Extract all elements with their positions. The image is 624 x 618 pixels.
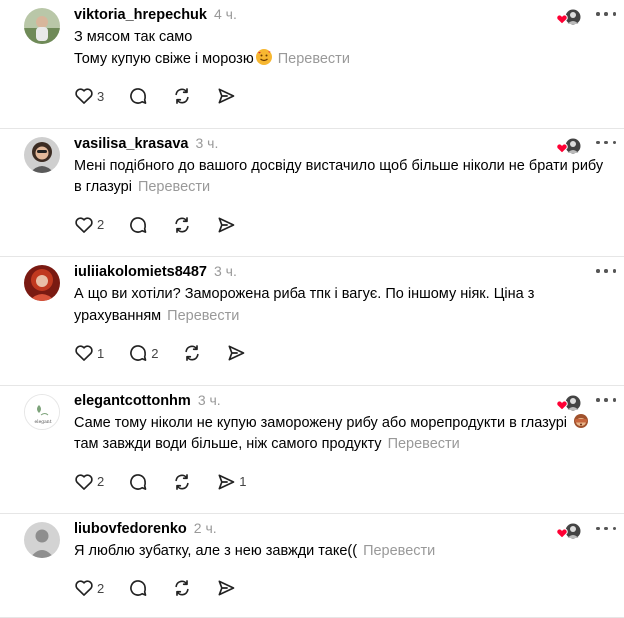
like-button[interactable]: 3 xyxy=(74,84,104,108)
username[interactable]: iuliiakolomiets8487 xyxy=(74,264,207,280)
comment-text: Я люблю зубатку, але з нею завжди таке((… xyxy=(74,543,436,560)
like-button[interactable]: 2 xyxy=(74,213,104,237)
share-icon xyxy=(228,345,245,361)
avatar[interactable] xyxy=(24,136,60,173)
repost-button[interactable] xyxy=(172,213,192,237)
repost-icon xyxy=(175,216,189,233)
heart-icon xyxy=(75,345,93,362)
timestamp: 2 ч. xyxy=(193,520,217,537)
username[interactable]: vasilisa_krasava xyxy=(74,136,189,152)
more-icon[interactable] xyxy=(596,264,616,278)
username[interactable]: viktoria_hrepechuk xyxy=(74,7,207,23)
comment-text: Саме тому ніколи не купую заморожену риб… xyxy=(74,413,614,456)
like-count: 2 xyxy=(97,580,105,596)
like-button[interactable]: 2 xyxy=(74,576,104,600)
like-count: 2 xyxy=(97,474,105,490)
share-button[interactable] xyxy=(216,213,236,237)
heart-icon xyxy=(75,580,93,597)
reply-icon xyxy=(130,473,147,490)
share-icon xyxy=(218,217,235,233)
comment: viktoria_hrepechuk 4 ч. З мясом так само… xyxy=(0,0,624,129)
reply-icon xyxy=(130,345,147,362)
username[interactable]: elegantcottonhm xyxy=(74,393,191,409)
liked-by-author-badge xyxy=(556,9,582,27)
comment: iuliiakolomiets8487 3 ч. А що ви хотіли?… xyxy=(0,257,624,386)
translate-link[interactable]: Перевести xyxy=(167,308,239,324)
share-icon xyxy=(218,580,235,596)
comments-feed: viktoria_hrepechuk 4 ч. З мясом так само… xyxy=(0,0,624,618)
share-icon xyxy=(218,474,235,490)
comment-text: А що ви хотіли? Заморожена риба тпк і ва… xyxy=(74,286,535,324)
more-icon[interactable] xyxy=(596,136,616,150)
reply-button[interactable] xyxy=(128,84,148,108)
share-button[interactable]: 1 xyxy=(216,470,246,494)
svg-text:elegant: elegant xyxy=(34,419,51,425)
more-icon[interactable] xyxy=(596,393,616,407)
like-count: 1 xyxy=(97,345,105,361)
username[interactable]: liubovfedorenko xyxy=(74,521,187,537)
reply-icon xyxy=(130,580,147,597)
liked-by-author-badge xyxy=(556,523,582,541)
share-icon xyxy=(218,88,235,104)
avatar[interactable]: elegant xyxy=(24,393,60,430)
timestamp: 3 ч. xyxy=(197,391,221,408)
avatar[interactable] xyxy=(24,265,60,302)
translate-link[interactable]: Перевести xyxy=(388,436,460,452)
reply-icon xyxy=(130,216,147,233)
timestamp: 4 ч. xyxy=(213,6,237,22)
like-count: 3 xyxy=(97,88,105,104)
heart-icon xyxy=(75,216,93,233)
comment: liubovfedorenko 2 ч. Я люблю зубатку, ал… xyxy=(0,514,624,618)
reply-icon xyxy=(130,88,147,104)
reply-button[interactable] xyxy=(128,470,148,494)
liked-by-author-badge xyxy=(556,138,582,156)
like-button[interactable]: 1 xyxy=(74,341,104,365)
repost-button[interactable] xyxy=(172,576,192,600)
comment-text: З мясом так само Тому купую свіже і моро… xyxy=(74,29,350,67)
repost-icon xyxy=(185,345,200,362)
heart-icon xyxy=(556,14,568,25)
share-button[interactable] xyxy=(216,576,236,600)
like-count: 2 xyxy=(97,217,105,233)
heart-icon xyxy=(556,400,568,411)
repost-button[interactable] xyxy=(172,470,192,494)
reply-button[interactable] xyxy=(128,576,148,600)
avatar[interactable] xyxy=(24,522,60,559)
see-no-evil-monkey-icon xyxy=(573,413,589,429)
share-button[interactable] xyxy=(226,341,246,365)
heart-icon xyxy=(75,88,93,104)
repost-icon xyxy=(175,88,189,104)
avatar[interactable] xyxy=(24,8,60,44)
more-icon[interactable] xyxy=(596,7,616,21)
heart-icon xyxy=(556,528,568,540)
share-button[interactable] xyxy=(216,84,236,108)
comment: elegant elegantcottonhm 3 ч. Саме тому н… xyxy=(0,386,624,515)
like-button[interactable]: 2 xyxy=(74,470,104,494)
reply-button[interactable] xyxy=(128,213,148,237)
more-icon[interactable] xyxy=(596,521,616,535)
smiling-face-with-hearts-icon xyxy=(255,48,272,65)
comment-text: Мені подібного до вашого досвіду вистачи… xyxy=(74,157,604,196)
heart-icon xyxy=(556,143,568,154)
reply-count: 2 xyxy=(151,345,159,361)
translate-link[interactable]: Перевести xyxy=(278,51,350,67)
repost-icon xyxy=(175,580,189,597)
timestamp: 3 ч. xyxy=(195,134,219,151)
comment: vasilisa_krasava 3 ч. Мені подібного до … xyxy=(0,129,624,258)
reply-button[interactable]: 2 xyxy=(128,341,158,365)
timestamp: 3 ч. xyxy=(213,263,237,280)
repost-icon xyxy=(175,473,189,490)
heart-icon xyxy=(75,474,93,490)
repost-button[interactable] xyxy=(182,341,202,365)
translate-link[interactable]: Перевести xyxy=(363,543,435,559)
translate-link[interactable]: Перевести xyxy=(138,179,210,195)
repost-button[interactable] xyxy=(172,84,192,108)
liked-by-author-badge xyxy=(556,395,582,413)
share-count: 1 xyxy=(239,474,247,490)
